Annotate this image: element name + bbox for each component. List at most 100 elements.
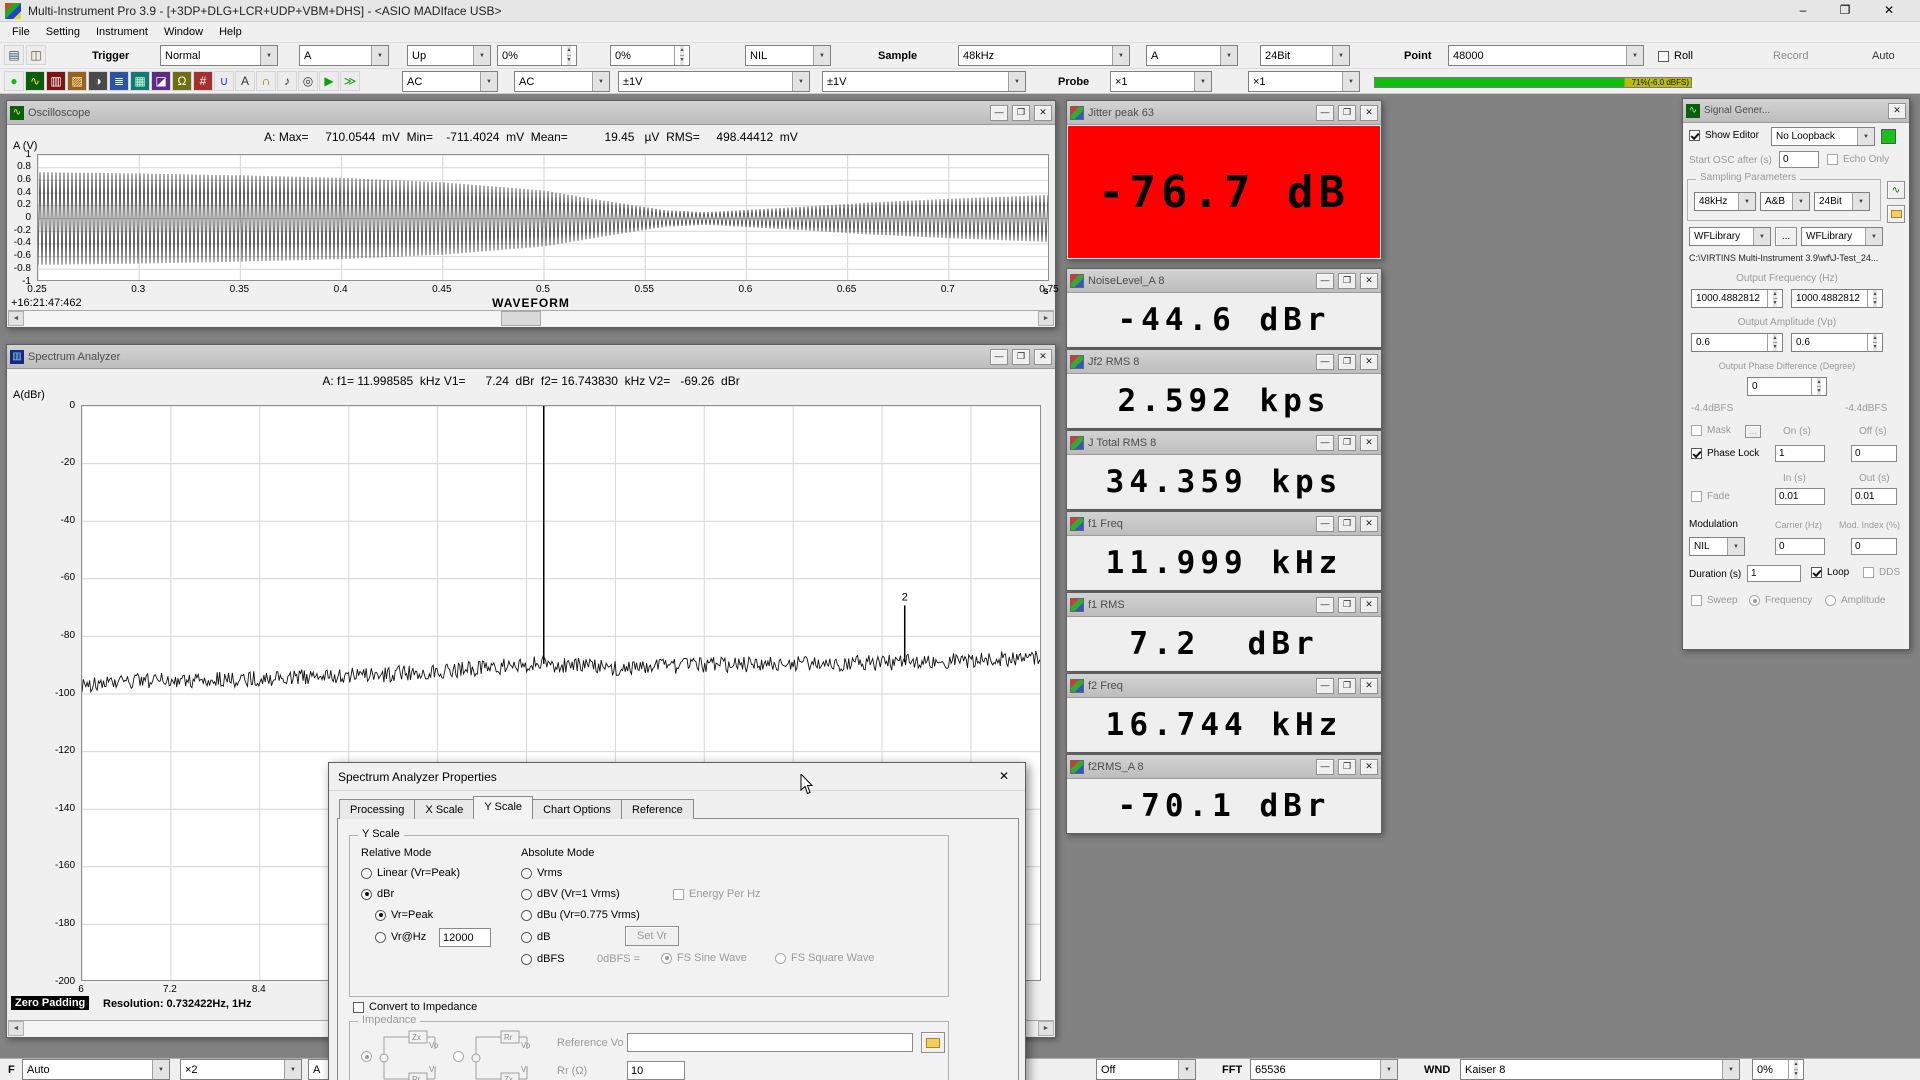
- vr-peak-radio[interactable]: Vr=Peak: [375, 909, 433, 921]
- lock-panel-icon[interactable]: ∩: [256, 71, 276, 91]
- close-icon[interactable]: ✕: [1360, 105, 1378, 121]
- energy-per-hz-checkbox[interactable]: Energy Per Hz: [673, 888, 761, 900]
- open-panel-icon[interactable]: ◫: [26, 45, 46, 65]
- db-radio[interactable]: dB: [521, 931, 550, 943]
- maximize-icon[interactable]: ❐: [1012, 349, 1030, 365]
- frequency-mode-dropdown[interactable]: Auto▼: [22, 1059, 170, 1080]
- minimize-icon[interactable]: —: [1316, 597, 1334, 613]
- close-icon[interactable]: ✕: [1360, 435, 1378, 451]
- tab-chart-options[interactable]: Chart Options: [532, 799, 622, 819]
- fft-size-dropdown[interactable]: 65536▼: [1250, 1059, 1398, 1080]
- trigger-delay-spinner[interactable]: 0%▲▼: [610, 45, 690, 66]
- trigger-reject-dropdown[interactable]: NIL▼: [745, 45, 831, 66]
- minimize-icon[interactable]: —: [990, 349, 1008, 365]
- phase-spinner[interactable]: 0▲▼: [1747, 377, 1827, 396]
- coupling-a-dropdown[interactable]: AC▼: [402, 71, 498, 92]
- output-indicator[interactable]: [1881, 129, 1896, 144]
- close-icon[interactable]: ✕: [1360, 354, 1378, 370]
- frequency-b-spinner[interactable]: 1000.4882812▲▼: [1791, 289, 1883, 308]
- overlap-spinner[interactable]: 0%▲▼: [1752, 1059, 1804, 1080]
- close-icon[interactable]: ✕: [1360, 516, 1378, 532]
- minimize-icon[interactable]: —: [1316, 273, 1334, 289]
- auto-button[interactable]: Auto: [1872, 50, 1895, 62]
- tab-y-scale[interactable]: Y Scale: [473, 796, 533, 819]
- generator-sample-rate-dropdown[interactable]: 48kHz▼: [1694, 192, 1756, 211]
- derived-data-point-icon[interactable]: #: [193, 71, 213, 91]
- phase-lock-on-input[interactable]: 1: [1775, 445, 1825, 462]
- reference-vo-input[interactable]: [627, 1033, 913, 1052]
- probe-b-dropdown[interactable]: ×1▼: [1248, 71, 1360, 92]
- vr-hz-input[interactable]: 12000: [439, 928, 491, 947]
- dbr-radio[interactable]: dBr: [361, 888, 394, 900]
- close-icon[interactable]: ✕: [1360, 759, 1378, 775]
- impedance-series-radio[interactable]: [361, 1051, 372, 1062]
- oscilloscope-scrollbar[interactable]: ◄ ►: [8, 310, 1054, 326]
- fade-out-input[interactable]: 0.01: [1851, 488, 1897, 505]
- browse-reference-button[interactable]: [921, 1032, 945, 1053]
- scroll-thumb[interactable]: [501, 311, 541, 326]
- range-a-dropdown[interactable]: ±1V▼: [618, 71, 810, 92]
- menu-window[interactable]: Window: [156, 24, 211, 40]
- dbu-radio[interactable]: dBu (Vr=0.775 Vrms): [521, 909, 640, 921]
- close-icon[interactable]: ✕: [1360, 597, 1378, 613]
- probe-a-dropdown[interactable]: ×1▼: [1110, 71, 1212, 92]
- echo-only-checkbox[interactable]: Echo Only: [1827, 154, 1889, 165]
- dds-checkbox[interactable]: DDS: [1863, 567, 1900, 578]
- phase-lock-checkbox[interactable]: Phase Lock: [1691, 448, 1759, 459]
- loopback-dropdown[interactable]: No Loopback▼: [1771, 127, 1875, 146]
- show-editor-checkbox[interactable]: Show Editor: [1689, 130, 1759, 141]
- scroll-right-icon[interactable]: ►: [1038, 311, 1054, 326]
- close-window-icon[interactable]: ✕: [1872, 3, 1906, 17]
- trigger-edge-dropdown[interactable]: Up▼: [407, 45, 491, 66]
- frequency-a-spinner[interactable]: 1000.4882812▲▼: [1691, 289, 1783, 308]
- close-icon[interactable]: ✕: [1360, 678, 1378, 694]
- maximize-icon[interactable]: ❐: [1338, 759, 1356, 775]
- spectrum-titlebar[interactable]: ▥ Spectrum Analyzer — ❐ ✕: [7, 345, 1055, 369]
- minimize-icon[interactable]: —: [1316, 678, 1334, 694]
- sweep-checkbox[interactable]: Sweep: [1691, 595, 1738, 606]
- impedance-shunt-radio[interactable]: [453, 1051, 464, 1062]
- mask-browse-button[interactable]: …: [1745, 425, 1761, 438]
- save-waveform-icon[interactable]: ∿: [1887, 181, 1905, 199]
- trigger-mode-dropdown[interactable]: Normal▼: [160, 45, 278, 66]
- window-function-dropdown[interactable]: Kaiser 8▼: [1460, 1059, 1740, 1080]
- spectrum-analyzer-icon[interactable]: ▥: [46, 71, 66, 91]
- dialog-titlebar[interactable]: Spectrum Analyzer Properties ✕: [329, 763, 1025, 791]
- magnet-trigger-icon[interactable]: ∪: [214, 71, 234, 91]
- minimize-icon[interactable]: —: [1316, 354, 1334, 370]
- fade-checkbox[interactable]: Fade: [1691, 491, 1730, 502]
- phase-lock-off-input[interactable]: 0: [1851, 445, 1897, 462]
- spectrogram-icon[interactable]: ▦: [130, 71, 150, 91]
- start-osc-input[interactable]: 0: [1779, 151, 1819, 168]
- coupling-b-dropdown[interactable]: AC▼: [514, 71, 610, 92]
- tab-reference[interactable]: Reference: [621, 799, 694, 819]
- set-vr-button[interactable]: Set Vr: [625, 926, 679, 946]
- dbv-radio[interactable]: dBV (Vr=1 Vrms): [521, 888, 620, 900]
- font-size-icon[interactable]: A: [235, 71, 255, 91]
- lcr-meter-icon[interactable]: Ω: [172, 71, 192, 91]
- signal-generator-titlebar[interactable]: ∿ Signal Gener... ✕: [1683, 99, 1909, 123]
- maximize-icon[interactable]: ❐: [1338, 678, 1356, 694]
- minimize-icon[interactable]: —: [1316, 516, 1334, 532]
- minimize-icon[interactable]: —: [1316, 435, 1334, 451]
- open-waveform-icon[interactable]: [1887, 205, 1905, 223]
- generator-bits-dropdown[interactable]: 24Bit▼: [1814, 192, 1870, 211]
- new-panel-icon[interactable]: ▤: [4, 45, 24, 65]
- maximize-icon[interactable]: ❐: [1338, 516, 1356, 532]
- menu-file[interactable]: File: [4, 24, 38, 40]
- maximize-icon[interactable]: ❐: [1338, 597, 1356, 613]
- zoom-x-dropdown[interactable]: ×2▼: [180, 1059, 302, 1080]
- dbfs-radio[interactable]: dBFS: [521, 953, 565, 965]
- dialog-close-icon[interactable]: ✕: [991, 769, 1017, 783]
- maximize-icon[interactable]: ❐: [1012, 105, 1030, 121]
- sample-bits-dropdown[interactable]: 24Bit▼: [1260, 45, 1350, 66]
- vrms-radio[interactable]: Vrms: [521, 867, 562, 879]
- scroll-right-icon[interactable]: ►: [1038, 1021, 1054, 1036]
- modulation-type-dropdown[interactable]: NIL▼: [1689, 537, 1745, 556]
- maximize-icon[interactable]: ❐: [1338, 354, 1356, 370]
- scroll-left-icon[interactable]: ◄: [8, 1021, 24, 1036]
- maximize-icon[interactable]: ❐: [1338, 105, 1356, 121]
- linear-vr-peak-radio[interactable]: Linear (Vr=Peak): [361, 867, 460, 879]
- range-b-dropdown[interactable]: ±1V▼: [822, 71, 1026, 92]
- close-icon[interactable]: ✕: [1034, 105, 1052, 121]
